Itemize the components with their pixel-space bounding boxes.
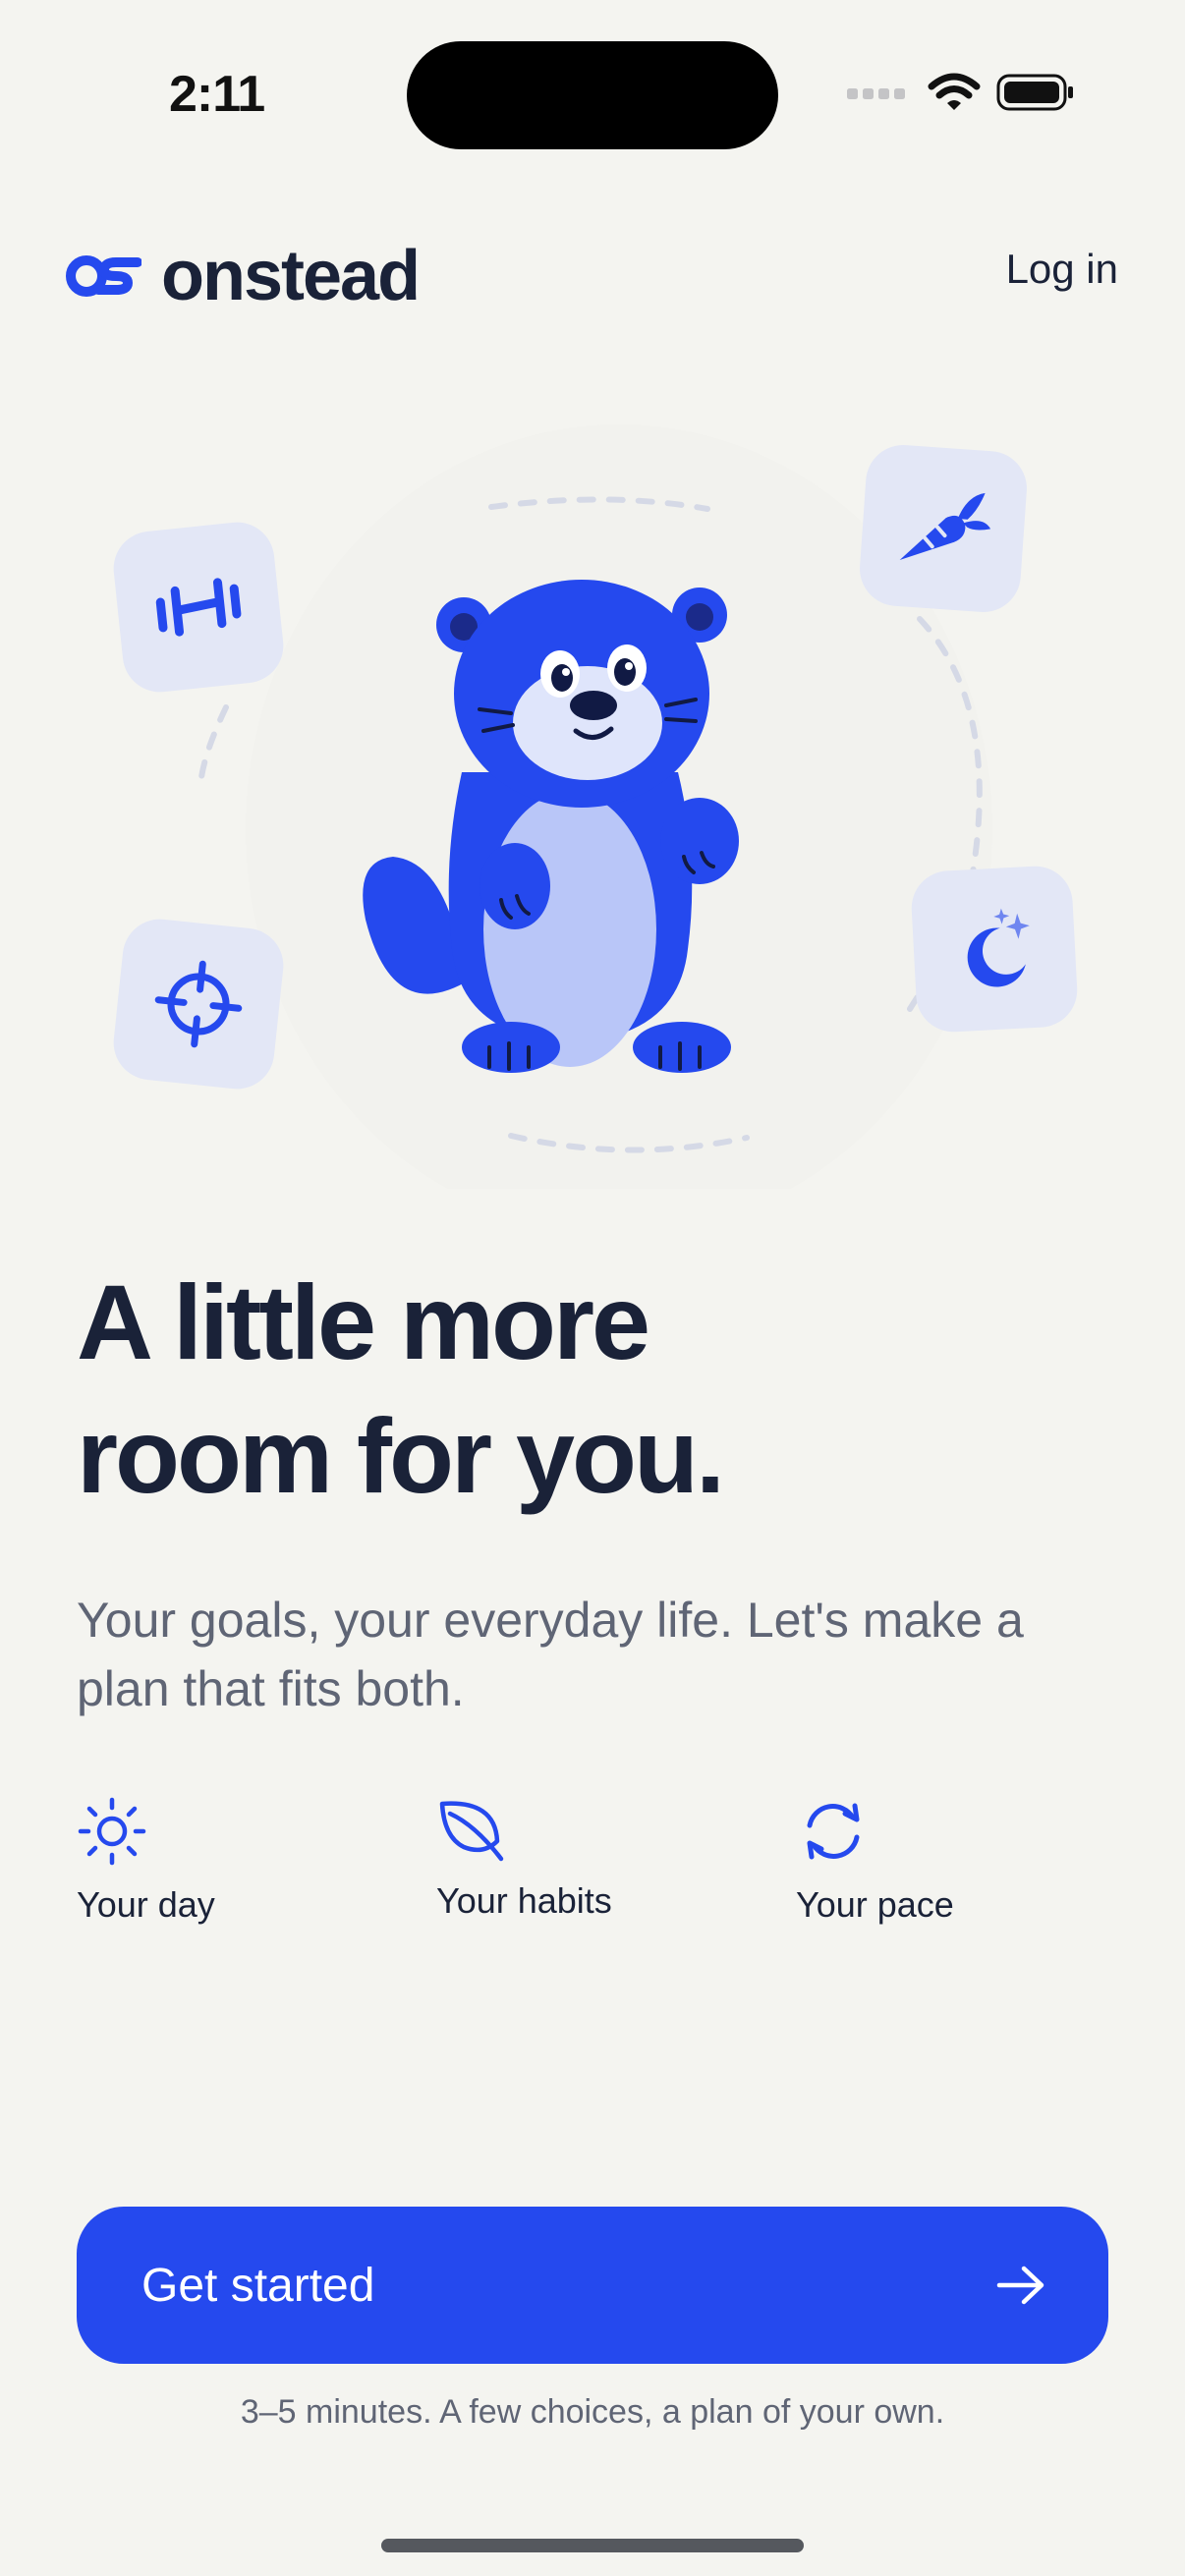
target-icon [154,960,243,1048]
moon-chip [909,864,1080,1035]
feature-your-pace: Your pace [796,1796,954,1926]
dumbbell-chip [109,518,288,697]
get-started-button[interactable]: Get started [77,2207,1108,2364]
signal-icon [847,88,905,99]
target-chip [109,915,288,1093]
headline-line-2: room for you. [77,1396,725,1515]
wifi-icon [928,73,981,110]
brand-logo[interactable]: onstead [65,236,421,316]
logo-mark-icon [66,255,141,297]
dumbbell-icon [155,578,242,637]
feature-your-habits: Your habits [436,1796,612,1922]
status-icons [847,73,1075,112]
sun-icon [78,1797,146,1866]
status-time: 2:11 [169,66,265,123]
feature-label: Your pace [796,1884,954,1925]
battery-icon [996,74,1073,111]
page-subtitle: Your goals, your everyday life. Let's ma… [77,1593,1024,1716]
moon-stars-icon [967,908,1030,987]
brand-name: onstead [161,237,421,315]
carrot-chip [857,442,1030,615]
get-started-label: Get started [141,2259,375,2312]
feature-label: Your habits [436,1880,612,1921]
hero-illustration [0,422,1185,1189]
home-indicator[interactable] [381,2539,804,2552]
refresh-icon [807,1803,860,1860]
page-headline: A little more room for you. [77,1256,1108,1523]
feature-label: Your day [77,1884,215,1925]
feature-your-day: Your day [77,1796,215,1926]
cta-footnote: 3–5 minutes. A few choices, a plan of yo… [240,2393,945,2431]
leaf-icon [439,1801,504,1862]
login-link[interactable]: Log in [1006,246,1118,293]
carrot-icon [899,492,991,560]
arrow-right-icon [996,2266,1044,2305]
dynamic-island [407,41,778,149]
otter-mascot [363,580,739,1073]
headline-line-1: A little more [77,1262,650,1381]
